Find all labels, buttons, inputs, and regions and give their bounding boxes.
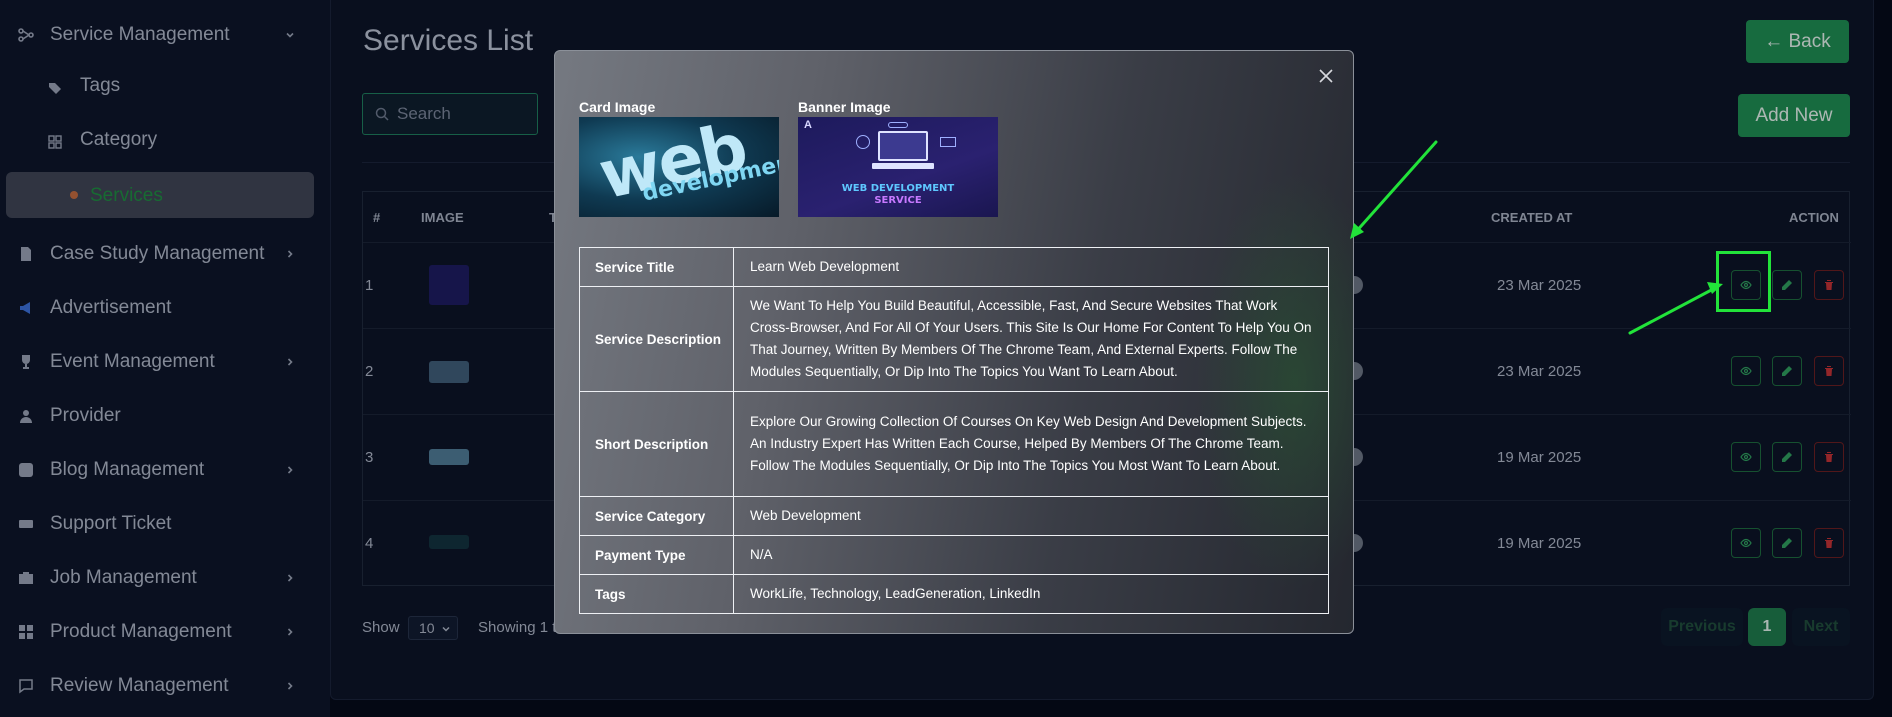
detail-value: Learn Web Development: [733, 247, 1329, 287]
detail-key: Tags: [579, 574, 734, 614]
card-image: web development: [579, 117, 779, 217]
detail-value: We Want To Help You Build Beautiful, Acc…: [733, 286, 1329, 392]
detail-row: Service Title Learn Web Development: [579, 247, 1329, 287]
detail-value: N/A: [733, 535, 1329, 575]
highlight-box: [1716, 251, 1771, 312]
detail-key: Service Title: [579, 247, 734, 287]
detail-row: Short Description Explore Our Growing Co…: [579, 391, 1329, 497]
detail-value: WorkLife, Technology, LeadGeneration, Li…: [733, 574, 1329, 614]
detail-row: Payment Type N/A: [579, 535, 1329, 575]
detail-value: Explore Our Growing Collection Of Course…: [733, 391, 1329, 497]
banner-image: A WEB DEVELOPMENT SERVICE: [798, 117, 998, 217]
detail-key: Short Description: [579, 391, 734, 497]
detail-value: Web Development: [733, 496, 1329, 536]
service-details-table: Service Title Learn Web Development Serv…: [579, 247, 1329, 614]
detail-key: Service Category: [579, 496, 734, 536]
detail-row: Tags WorkLife, Technology, LeadGeneratio…: [579, 574, 1329, 614]
service-details-modal: Card Image web development Banner Image …: [554, 50, 1354, 634]
card-image-label: Card Image: [579, 99, 656, 115]
detail-row: Service Category Web Development: [579, 496, 1329, 536]
banner-image-label: Banner Image: [798, 99, 891, 115]
close-icon[interactable]: [1315, 65, 1337, 87]
detail-key: Payment Type: [579, 535, 734, 575]
detail-row: Service Description We Want To Help You …: [579, 286, 1329, 392]
detail-key: Service Description: [579, 286, 734, 392]
